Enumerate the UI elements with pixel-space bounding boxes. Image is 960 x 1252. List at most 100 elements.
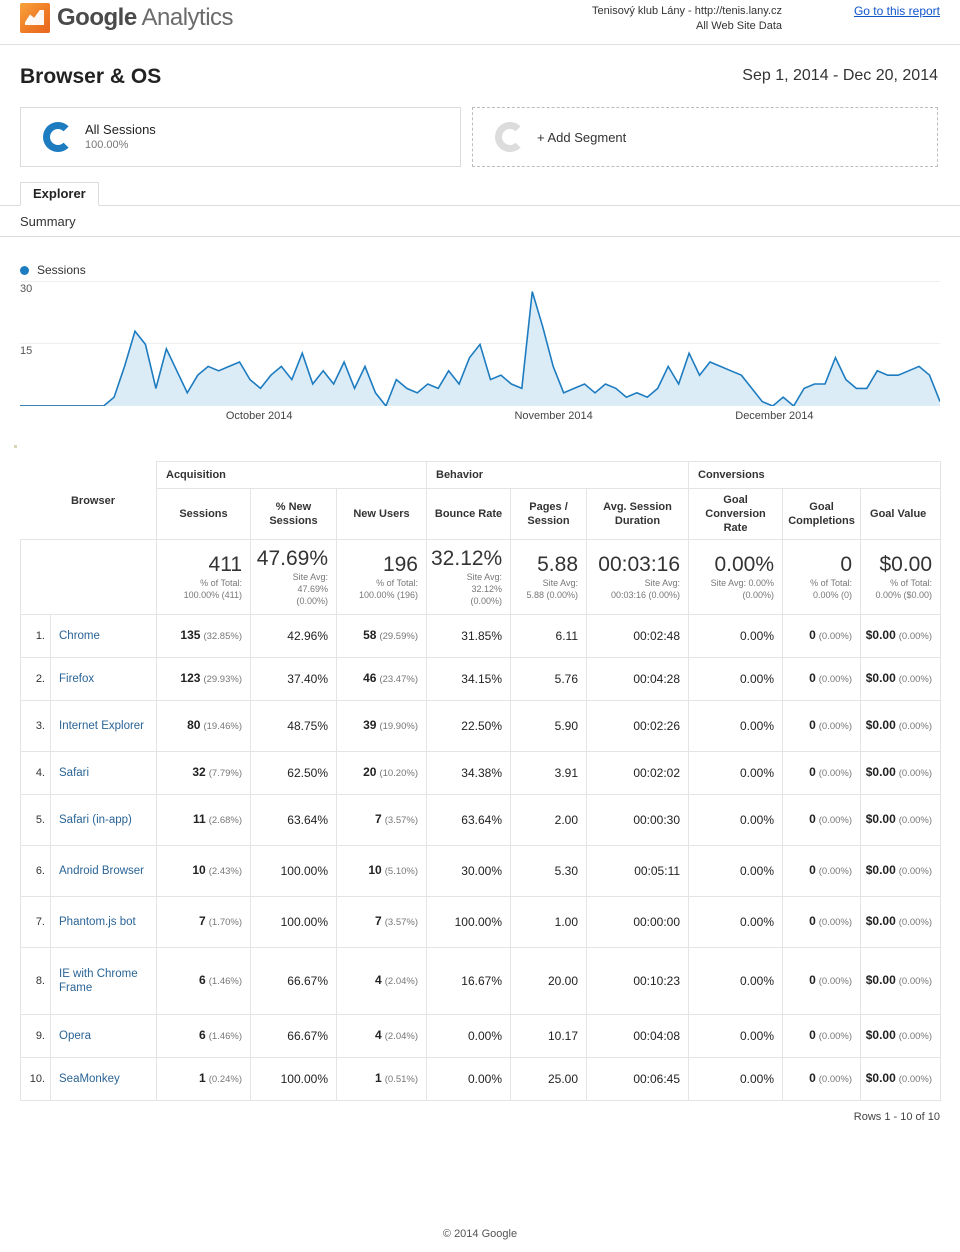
cell-new-users: 10 (5.10%) xyxy=(336,845,427,897)
summary-metric-9: $0.00 % of Total: 0.00% ($0.00) xyxy=(860,539,942,615)
row-browser-name[interactable]: Safari (in-app) xyxy=(50,794,157,846)
cell-avg-session-duration: 00:00:30 xyxy=(585,794,690,846)
cell-goal-conversion-rate: 0.00% xyxy=(688,1014,784,1058)
cell-goal-value: $0.00 (0.00%) xyxy=(860,896,942,948)
summary-metric-sub: 0.00% ($0.00) xyxy=(875,590,933,600)
cell-goal-completions: 0 (0.00%) xyxy=(782,751,862,795)
cell-bounce-rate: 100.00% xyxy=(426,896,511,948)
cell-goal-conversion-rate: 0.00% xyxy=(688,794,784,846)
segment-all-sessions[interactable]: All Sessions 100.00% xyxy=(20,107,461,167)
x-tick-3: December 2014 xyxy=(735,410,814,422)
table-row[interactable]: 2. Firefox 123 (29.93%) 37.40% 46 (23.47%) 34.1… xyxy=(20,657,942,701)
group-header-acquisition: Acquisition xyxy=(156,461,427,489)
row-browser-name[interactable]: SeaMonkey xyxy=(50,1057,157,1101)
cell-goal-value: $0.00 (0.00%) xyxy=(860,751,942,795)
chart-plot-area[interactable] xyxy=(20,273,940,406)
table-row[interactable]: 9. Opera 6 (1.46%) 66.67% 4 (2.04%) 0.00% 10.17 0… xyxy=(20,1014,942,1058)
summary-metric-6: 00:03:16 Site Avg: 00:03:16 (0.00%) xyxy=(585,539,690,615)
summary-metric-sub: Site Avg: xyxy=(644,578,681,588)
column-header-goal-conversion-rate[interactable]: Goal Conversion Rate xyxy=(688,488,784,540)
table-row[interactable]: 8. IE with Chrome Frame 6 (1.46%) 66.67% 4 (2.… xyxy=(20,947,942,1015)
row-browser-name[interactable]: Phantom.js bot xyxy=(50,896,157,948)
x-tick-1: October 2014 xyxy=(225,410,293,422)
cell-avg-session-duration: 00:02:26 xyxy=(585,700,690,752)
summary-metric-value: 196 xyxy=(382,553,418,576)
summary-metric-sub: 00:03:16 (0.00%) xyxy=(610,590,681,600)
tab-strip: Explorer xyxy=(0,181,960,206)
summary-metric-4: 32.12% Site Avg: 32.12% (0.00%) xyxy=(426,539,511,615)
date-range-label[interactable]: Sep 1, 2014 - Dec 20, 2014 xyxy=(742,67,938,85)
google-analytics-logo: Google Analytics xyxy=(20,3,234,33)
add-segment-label: + Add Segment xyxy=(537,129,627,145)
cell-sessions: 11 (2.68%) xyxy=(156,794,251,846)
account-info: Tenisový klub Lány - http://tenis.lany.c… xyxy=(592,4,782,34)
table-row[interactable]: 1. Chrome 135 (32.85%) 42.96% 58 (29.59%) 31.85… xyxy=(20,614,942,658)
add-segment-button[interactable]: + Add Segment xyxy=(472,107,938,167)
column-header-goal-value[interactable]: Goal Value xyxy=(860,488,942,540)
summary-blank-cell xyxy=(20,539,157,615)
row-browser-name[interactable]: Opera xyxy=(50,1014,157,1058)
summary-metric-7: 0.00% Site Avg: 0.00% (0.00%) xyxy=(688,539,784,615)
cell-avg-session-duration: 00:05:11 xyxy=(585,845,690,897)
summary-metric-sub: 0.00% (0) xyxy=(813,590,853,600)
table-row[interactable]: 10. SeaMonkey 1 (0.24%) 100.00% 1 (0.51%) 0.00%… xyxy=(20,1057,942,1101)
summary-metric-8: 0 % of Total: 0.00% (0) xyxy=(782,539,862,615)
table-row[interactable]: 6. Android Browser 10 (2.43%) 100.00% 10 (5.10… xyxy=(20,845,942,897)
table-row[interactable]: 3. Internet Explorer 80 (19.46%) 48.75% 39 (19… xyxy=(20,700,942,752)
sessions-chart: Sessions 30 15 October 2014 November 2014… xyxy=(0,263,960,453)
row-browser-name[interactable]: IE with Chrome Frame xyxy=(50,947,157,1015)
row-index: 4. xyxy=(20,751,51,795)
analytics-chart-icon xyxy=(20,3,50,33)
column-header-new-sessions-pct[interactable]: % New Sessions xyxy=(250,488,337,540)
table-row[interactable]: 5. Safari (in-app) 11 (2.68%) 63.64% 7 (3.57%)… xyxy=(20,794,942,846)
cell-new-users: 39 (19.90%) xyxy=(336,700,427,752)
row-browser-name[interactable]: Internet Explorer xyxy=(50,700,157,752)
cell-new-users: 4 (2.04%) xyxy=(336,1014,427,1058)
report-header: Browser & OS Sep 1, 2014 - Dec 20, 2014 xyxy=(0,63,960,105)
summary-metric-value: 0 xyxy=(840,553,853,576)
cell-avg-session-duration: 00:06:45 xyxy=(585,1057,690,1101)
row-index: 5. xyxy=(20,794,51,846)
column-header-new-users[interactable]: New Users xyxy=(336,488,427,540)
x-axis-month-labels: October 2014 November 2014 December 2014 xyxy=(20,410,940,428)
cell-sessions: 6 (1.46%) xyxy=(156,1014,251,1058)
cell-avg-session-duration: 00:04:28 xyxy=(585,657,690,701)
cell-goal-conversion-rate: 0.00% xyxy=(688,700,784,752)
row-browser-name[interactable]: Firefox xyxy=(50,657,157,701)
row-index: 7. xyxy=(20,896,51,948)
table-row[interactable]: 7. Phantom.js bot 7 (1.70%) 100.00% 7 (3.57%) 1… xyxy=(20,896,942,948)
cell-goal-value: $0.00 (0.00%) xyxy=(860,947,942,1015)
row-browser-name[interactable]: Android Browser xyxy=(50,845,157,897)
column-header-pages-session[interactable]: Pages / Session xyxy=(510,488,587,540)
row-index: 3. xyxy=(20,700,51,752)
browser-report-table: Browser Acquisition Behavior Conversions… xyxy=(20,461,942,1101)
go-to-report-link[interactable]: Go to this report xyxy=(854,4,940,18)
cell-goal-value: $0.00 (0.00%) xyxy=(860,1057,942,1101)
cell-avg-session-duration: 00:02:48 xyxy=(585,614,690,658)
cell-sessions: 135 (32.85%) xyxy=(156,614,251,658)
row-browser-name[interactable]: Safari xyxy=(50,751,157,795)
cell-new-sessions-pct: 100.00% xyxy=(250,845,337,897)
cell-new-sessions-pct: 62.50% xyxy=(250,751,337,795)
column-header-bounce-rate[interactable]: Bounce Rate xyxy=(426,488,511,540)
column-header-sessions[interactable]: Sessions xyxy=(156,488,251,540)
summary-subtab-row: Summary xyxy=(0,206,960,237)
dimension-header-cell[interactable]: Browser xyxy=(20,461,157,540)
tab-explorer[interactable]: Explorer xyxy=(20,182,99,206)
column-header-avg-session-duration[interactable]: Avg. Session Duration xyxy=(585,488,690,540)
cell-goal-value: $0.00 (0.00%) xyxy=(860,794,942,846)
cell-new-sessions-pct: 48.75% xyxy=(250,700,337,752)
summary-metric-sub: Site Avg: 0.00% xyxy=(710,578,775,588)
cell-goal-conversion-rate: 0.00% xyxy=(688,896,784,948)
table-row[interactable]: 4. Safari 32 (7.79%) 62.50% 20 (10.20%) 34.38% 3… xyxy=(20,751,942,795)
logo-wordmark: Google Analytics xyxy=(57,4,234,32)
row-index: 10. xyxy=(20,1057,51,1101)
cell-avg-session-duration: 00:02:02 xyxy=(585,751,690,795)
column-header-goal-completions[interactable]: Goal Completions xyxy=(782,488,862,540)
row-browser-name[interactable]: Chrome xyxy=(50,614,157,658)
cell-new-sessions-pct: 100.00% xyxy=(250,1057,337,1101)
tab-summary[interactable]: Summary xyxy=(20,214,76,229)
summary-metric-sub: 100.00% (411) xyxy=(183,590,242,600)
cell-goal-conversion-rate: 0.00% xyxy=(688,657,784,701)
table-column-header-row: Sessions % New Sessions New Users Bounce… xyxy=(21,488,942,540)
